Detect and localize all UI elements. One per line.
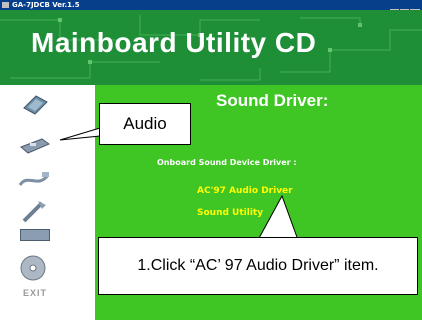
instruction-callout: 1.Click “AC’ 97 Audio Driver” item. [98, 237, 418, 295]
audio-callout: Audio [99, 103, 191, 145]
